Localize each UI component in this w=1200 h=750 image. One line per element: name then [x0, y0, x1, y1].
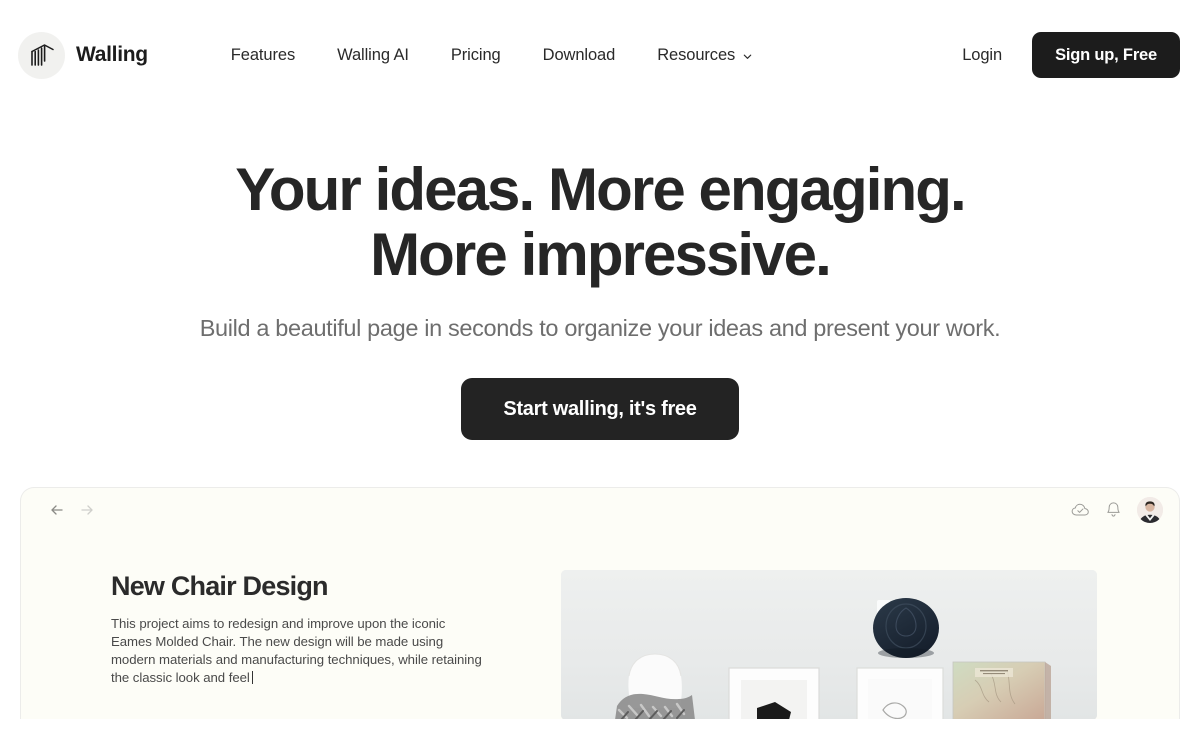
- nav-item-label: Walling AI: [337, 45, 409, 64]
- nav-item-label: Pricing: [450, 45, 501, 64]
- main-navigation: Features Walling AI Pricing Download Res…: [210, 36, 774, 75]
- app-topbar: [21, 488, 1179, 532]
- nav-item-download[interactable]: Download: [522, 36, 637, 75]
- header-actions: Login Sign up, Free: [940, 31, 1180, 79]
- hero-title-line-2: More impressive.: [370, 220, 832, 288]
- nav-item-resources[interactable]: Resources: [636, 36, 774, 75]
- arrow-right-icon[interactable]: [77, 500, 97, 520]
- text-cursor: [251, 671, 253, 685]
- cloud-check-icon[interactable]: [1071, 500, 1090, 519]
- walling-building-icon: [18, 31, 65, 79]
- avatar[interactable]: [1137, 496, 1163, 523]
- brand-logo[interactable]: Walling: [18, 31, 148, 79]
- nav-item-features[interactable]: Features: [210, 36, 316, 75]
- nav-item-label: Resources: [657, 45, 736, 64]
- page-title: Your ideas. More engaging. More impressi…: [0, 156, 1200, 288]
- signup-button[interactable]: Sign up, Free: [1032, 31, 1180, 79]
- app-preview-section: New Chair Design This project aims to re…: [0, 486, 1200, 719]
- document-paragraph-text: This project aims to redesign and improv…: [111, 616, 482, 686]
- hero-subtitle: Build a beautiful page in seconds to org…: [199, 314, 1001, 341]
- hero-section: Your ideas. More engaging. More impressi…: [0, 110, 1200, 440]
- app-document-photo-column: [561, 532, 1179, 719]
- hero-title-line-1: Your ideas. More engaging.: [235, 156, 967, 223]
- app-document-text-column: New Chair Design This project aims to re…: [21, 532, 561, 719]
- app-nav-arrows: [47, 500, 97, 520]
- document-title[interactable]: New Chair Design: [111, 571, 501, 602]
- nav-item-label: Download: [542, 45, 616, 64]
- nav-item-pricing[interactable]: Pricing: [430, 36, 522, 75]
- app-preview-panel: New Chair Design This project aims to re…: [20, 486, 1180, 719]
- login-link[interactable]: Login: [940, 36, 1024, 75]
- nav-item-label: Features: [230, 45, 296, 64]
- document-photo[interactable]: [561, 569, 1097, 719]
- app-document-body: New Chair Design This project aims to re…: [21, 532, 1179, 719]
- bell-icon[interactable]: [1104, 500, 1123, 519]
- nav-item-walling-ai[interactable]: Walling AI: [316, 36, 430, 75]
- brand-name: Walling: [76, 43, 148, 66]
- site-header: Walling Features Walling AI Pricing Down…: [0, 0, 1200, 110]
- arrow-left-icon[interactable]: [47, 500, 67, 520]
- chevron-down-icon: [742, 51, 753, 62]
- document-paragraph[interactable]: This project aims to redesign and improv…: [111, 615, 486, 687]
- start-walling-button[interactable]: Start walling, it's free: [461, 377, 739, 440]
- app-topbar-actions: [1071, 496, 1163, 523]
